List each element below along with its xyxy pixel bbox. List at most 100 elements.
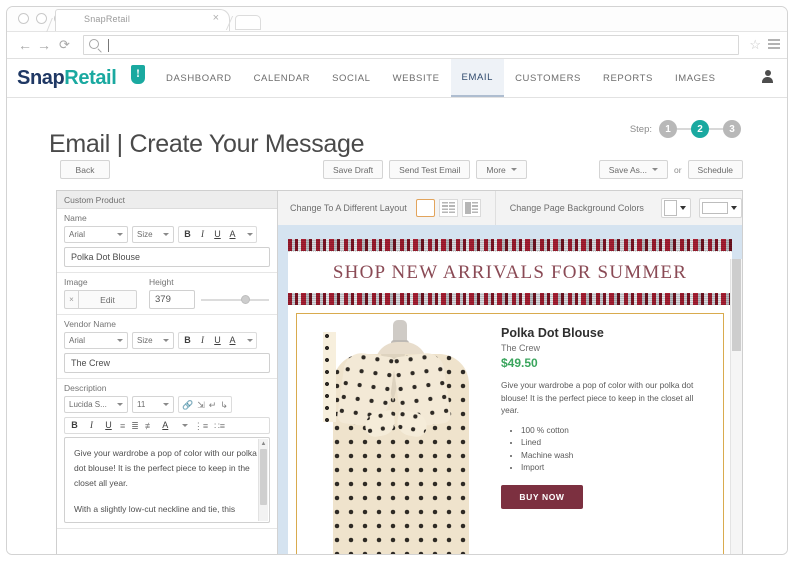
vendor-size-select[interactable]: Size: [132, 332, 174, 349]
list-item: 100 % cotton: [521, 425, 709, 438]
nav-item-images[interactable]: IMAGES: [664, 59, 727, 97]
bold-button[interactable]: B: [69, 420, 80, 431]
text-color-button[interactable]: A: [227, 335, 238, 346]
align-right-icon[interactable]: ≢: [145, 421, 154, 431]
chevron-down-icon: [651, 168, 658, 171]
description-insert-buttons: 🔗 ⇲ ↵ ↳: [178, 396, 232, 413]
center-action-buttons: Save Draft Send Test Email More: [323, 160, 527, 179]
email-banner[interactable]: SHOP NEW ARRIVALS FOR SUMMER: [288, 239, 732, 305]
nav-item-customers[interactable]: CUSTOMERS: [504, 59, 592, 97]
text-color-button[interactable]: A: [160, 420, 171, 431]
description-textarea[interactable]: Give your wardrobe a pop of color with o…: [64, 437, 270, 523]
step-dot-2[interactable]: 2: [691, 120, 709, 138]
forward-arrow-icon[interactable]: →: [37, 37, 51, 53]
product-image[interactable]: [297, 314, 487, 554]
redo-icon[interactable]: ↳: [220, 400, 228, 410]
vendor-font-select[interactable]: Arial: [64, 332, 128, 349]
content-background-color-picker[interactable]: [698, 198, 742, 218]
ordered-list-icon[interactable]: ⋮≡: [194, 421, 208, 431]
layout-option-2-icon[interactable]: [438, 199, 458, 217]
image-height-input[interactable]: 379: [149, 290, 195, 309]
product-block[interactable]: Polka Dot Blouse The Crew $49.50 Give yo…: [296, 313, 724, 554]
nav-item-email[interactable]: EMAIL: [450, 59, 505, 97]
chevron-down-icon: [117, 339, 123, 342]
bold-button[interactable]: B: [182, 229, 193, 240]
hamburger-menu-icon[interactable]: [768, 39, 780, 41]
email-canvas: Change To A Different Layout Change Page…: [278, 191, 742, 554]
align-left-icon[interactable]: ≡: [120, 421, 125, 431]
description-font-select[interactable]: Lucida S...: [64, 396, 128, 413]
name-label: Name: [64, 213, 87, 223]
back-button[interactable]: Back: [60, 160, 110, 179]
nav-item-website[interactable]: WEBSITE: [382, 59, 451, 97]
remove-image-button[interactable]: ×: [64, 290, 79, 309]
nav-item-dashboard[interactable]: DASHBOARD: [155, 59, 243, 97]
italic-button[interactable]: I: [197, 335, 208, 346]
reload-icon[interactable]: ⟳: [59, 37, 70, 53]
product-name: Polka Dot Blouse: [501, 326, 604, 340]
edit-image-button[interactable]: Edit: [79, 290, 137, 309]
underline-button[interactable]: U: [103, 420, 114, 431]
image-height-slider[interactable]: [201, 290, 269, 309]
canvas-toolbar: Change To A Different Layout Change Page…: [278, 191, 742, 226]
user-account-icon[interactable]: [762, 70, 773, 83]
name-size-select[interactable]: Size: [132, 226, 174, 243]
scrollbar-thumb[interactable]: [260, 449, 267, 505]
align-center-icon[interactable]: ≣: [131, 421, 139, 431]
scrollbar-thumb[interactable]: [732, 259, 741, 351]
vendor-name-input[interactable]: The Crew: [64, 353, 270, 373]
window-minimize-dot[interactable]: [36, 13, 47, 24]
underline-button[interactable]: U: [212, 229, 223, 240]
scroll-up-arrow-icon[interactable]: ▲: [260, 440, 267, 448]
text-color-button[interactable]: A: [227, 229, 238, 240]
description-size-select[interactable]: 11: [132, 396, 174, 413]
italic-button[interactable]: I: [86, 420, 97, 431]
buy-now-button[interactable]: BUY NOW: [501, 484, 583, 509]
address-bar-input[interactable]: [83, 35, 739, 55]
window-close-dot[interactable]: [18, 13, 29, 24]
nav-item-social[interactable]: SOCIAL: [321, 59, 381, 97]
browser-tab-strip: SnapRetail ×: [7, 7, 787, 32]
bookmark-star-icon[interactable]: ☆: [749, 38, 761, 51]
bold-button[interactable]: B: [182, 335, 193, 346]
chevron-down-icon: [730, 206, 737, 210]
link-icon[interactable]: 🔗: [182, 400, 193, 410]
nav-item-reports[interactable]: REPORTS: [592, 59, 664, 97]
unordered-list-icon[interactable]: ∷≡: [214, 421, 225, 431]
main-nav: DASHBOARD CALENDAR SOCIAL WEBSITE EMAIL …: [155, 59, 727, 97]
schedule-button[interactable]: Schedule: [687, 160, 743, 179]
new-tab-button[interactable]: [235, 15, 261, 30]
step-dot-3[interactable]: 3: [723, 120, 741, 138]
height-control: Height 379: [149, 277, 269, 309]
nav-item-calendar[interactable]: CALENDAR: [243, 59, 322, 97]
save-as-button[interactable]: Save As...: [598, 160, 668, 179]
layout-option-1-icon[interactable]: [415, 199, 435, 217]
chevron-down-icon: [247, 339, 253, 342]
description-scrollbar[interactable]: ▲: [258, 439, 268, 521]
layout-option-3-icon[interactable]: [461, 199, 481, 217]
canvas-scrollbar[interactable]: [730, 259, 742, 554]
unlink-icon[interactable]: ⇲: [197, 400, 205, 410]
underline-button[interactable]: U: [212, 335, 223, 346]
browser-window: SnapRetail × ← → ⟳ ☆ SnapRetail DASHBOAR…: [6, 6, 788, 555]
close-icon[interactable]: ×: [213, 13, 219, 24]
send-test-email-button[interactable]: Send Test Email: [389, 160, 471, 179]
vendor-size-value: Size: [137, 336, 153, 345]
step-dot-1[interactable]: 1: [659, 120, 677, 138]
snapretail-logo[interactable]: SnapRetail: [17, 67, 117, 89]
layout-section: Change To A Different Layout: [278, 191, 496, 225]
image-field-group: Image × Edit Height 379: [57, 273, 277, 315]
browser-tab[interactable]: SnapRetail ×: [55, 9, 230, 31]
logo-text-snap: Snap: [17, 67, 65, 89]
page-background-color-picker[interactable]: [660, 198, 691, 218]
undo-icon[interactable]: ↵: [209, 400, 217, 410]
back-arrow-icon[interactable]: ←: [18, 37, 32, 53]
slider-track: [201, 299, 269, 301]
product-name-input[interactable]: Polka Dot Blouse: [64, 247, 270, 267]
save-draft-button[interactable]: Save Draft: [323, 160, 384, 179]
slider-handle[interactable]: [241, 295, 250, 304]
more-button[interactable]: More: [476, 160, 527, 179]
name-font-select[interactable]: Arial: [64, 226, 128, 243]
chevron-down-icon: [163, 233, 169, 236]
italic-button[interactable]: I: [197, 229, 208, 240]
